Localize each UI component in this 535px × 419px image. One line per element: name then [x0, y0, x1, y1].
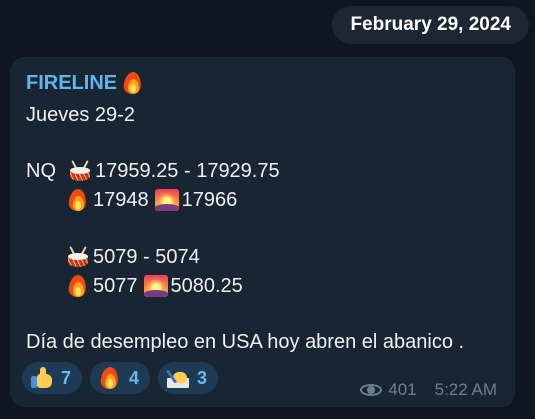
reaction-writing-hand[interactable]: 3 — [158, 362, 219, 394]
fire-icon — [66, 274, 90, 298]
nq-drum-range: 17959.25 - 17929.75 — [95, 159, 280, 182]
nq-label: NQ — [26, 159, 56, 182]
reaction-thumbs-up[interactable]: 7 — [22, 362, 83, 394]
thumbs-up-icon — [30, 366, 54, 390]
sender-label: FIRELINE — [26, 71, 118, 94]
sunrise-icon — [143, 274, 168, 298]
reactions-bar: 7 4 3 — [22, 362, 219, 394]
nq-fire-value: 17948 — [93, 188, 149, 211]
message-bubble[interactable]: FIRELINE Jueves 29-2 NQ 17959.25 - 17929… — [10, 57, 515, 407]
es-levels-line: 5077 5080.25 — [66, 272, 243, 300]
reaction-fire[interactable]: 4 — [90, 362, 151, 394]
view-count: 401 — [388, 380, 417, 399]
reaction-count: 4 — [129, 367, 140, 388]
sender-name[interactable]: FIRELINE — [26, 71, 145, 95]
nq-sunrise-value: 17966 — [181, 188, 238, 211]
fire-icon — [66, 188, 90, 212]
nq-levels-line: 17948 17966 — [66, 186, 237, 214]
es-drum-line: 5079 - 5074 — [66, 243, 200, 271]
date-separator: February 29, 2024 — [332, 6, 529, 44]
sunrise-icon — [154, 188, 179, 212]
message-time: 5:22 AM — [434, 380, 497, 399]
message-footer-text: Día de desempleo en USA hoy abren el aba… — [26, 330, 465, 353]
es-sunrise-value: 5080.25 — [170, 274, 243, 297]
drum-icon — [68, 159, 92, 183]
nq-drum-line: NQ 17959.25 - 17929.75 — [26, 157, 280, 185]
drum-icon — [66, 245, 90, 269]
fire-icon — [98, 366, 122, 390]
reaction-count: 3 — [197, 367, 208, 388]
views-eye-icon — [360, 383, 383, 397]
fire-icon — [121, 71, 145, 95]
message-date-line: Jueves 29-2 — [26, 103, 135, 126]
writing-hand-icon — [166, 366, 190, 390]
es-drum-range: 5079 - 5074 — [93, 245, 200, 268]
message-meta: 401 5:22 AM — [360, 380, 497, 400]
es-fire-value: 5077 — [93, 274, 138, 297]
reaction-count: 7 — [61, 367, 72, 388]
